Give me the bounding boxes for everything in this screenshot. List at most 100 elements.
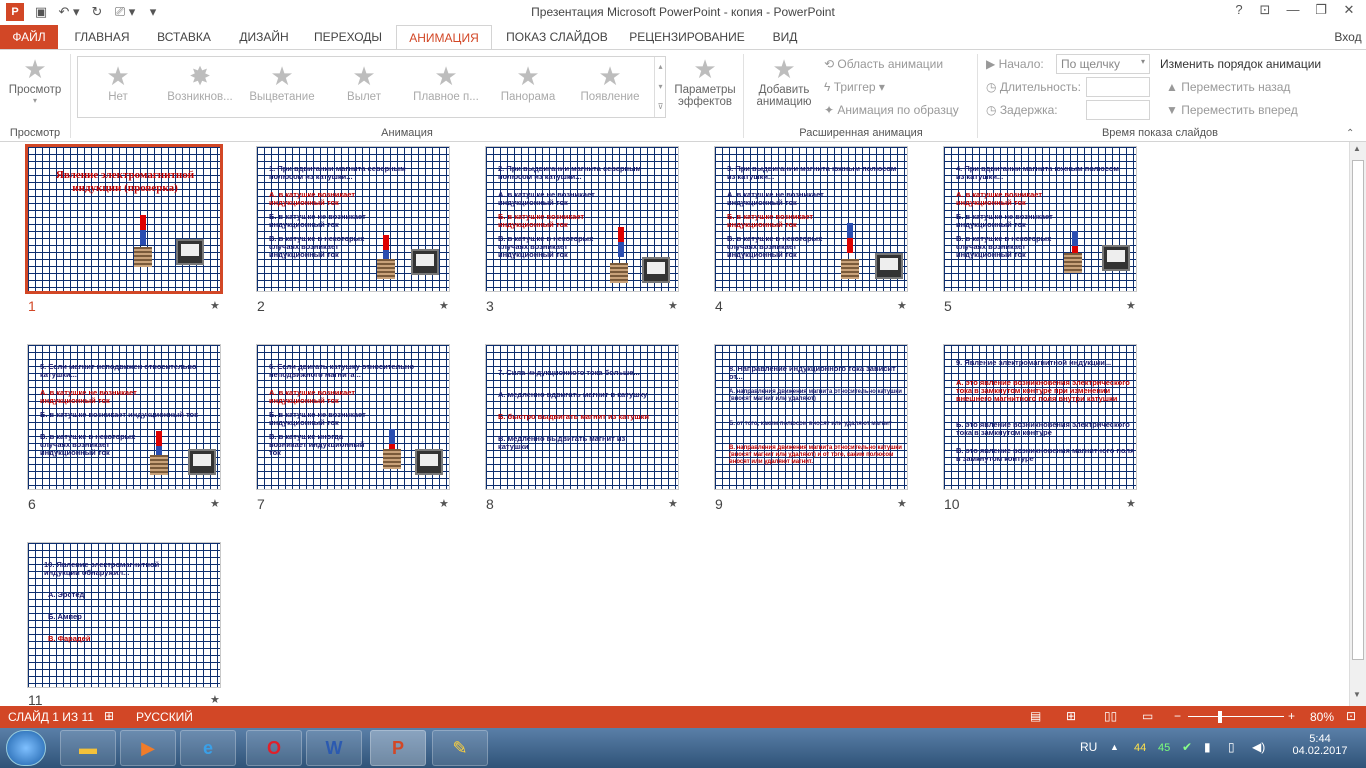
reorder-title: Изменить порядок анимации (1160, 57, 1322, 71)
slideshow-view-icon[interactable]: ▭ (1142, 709, 1153, 723)
slide-thumbnail-10[interactable]: 9. Явление электромагнитной индукции... … (943, 344, 1137, 490)
paint-icon[interactable]: ✎ (432, 730, 488, 766)
tab-design[interactable]: ДИЗАЙН (230, 25, 298, 49)
add-animation-button[interactable]: ★ Добавить анимацию (748, 54, 820, 108)
answer-c: В. в катушке иногда возникает индукционн… (269, 432, 365, 457)
slide-number: 9 (715, 496, 723, 512)
word-icon[interactable]: W (306, 730, 362, 766)
tab-view[interactable]: ВИД (762, 25, 808, 49)
animation-fly-in[interactable]: ★ Вылет (324, 61, 404, 103)
animation-none[interactable]: ★ Нет (78, 61, 158, 103)
scroll-up-icon[interactable]: ▲ (1353, 144, 1361, 153)
tab-file[interactable]: ФАЙЛ (0, 25, 58, 49)
slide-sorter-view-icon[interactable]: ⊞ (1066, 709, 1076, 723)
spellcheck-icon[interactable]: ⊞ (104, 709, 114, 723)
internet-explorer-icon[interactable]: e (180, 730, 236, 766)
question-text: 6. Если двигать катушку относительно неп… (269, 362, 415, 379)
preview-label: Просмотр (8, 84, 62, 96)
tab-slideshow[interactable]: ПОКАЗ СЛАЙДОВ (500, 25, 614, 49)
sign-in-link[interactable]: Вход (1330, 25, 1366, 49)
slide-thumbnail-11[interactable]: 10. Явление электромагнитной индукции об… (27, 542, 221, 688)
powerpoint-icon[interactable]: P (370, 730, 426, 766)
burst-star-icon: ✸ (189, 61, 211, 91)
scroll-down-icon[interactable]: ▼ (1353, 690, 1361, 699)
slide-thumbnail-7[interactable]: 6. Если двигать катушку относительно неп… (256, 344, 450, 490)
animation-painter-button[interactable]: ✦ Анимация по образцу (824, 103, 959, 117)
start-select[interactable]: По щелчку ▾ (1056, 54, 1150, 74)
battery-icon[interactable]: ▯ (1228, 740, 1235, 754)
trigger-button[interactable]: ϟ Триггер ▾ (824, 80, 885, 94)
group-label-animation: Анимация (381, 127, 433, 139)
language-indicator[interactable]: РУССКИЙ (136, 710, 193, 724)
show-hidden-icons[interactable]: ▲ (1110, 742, 1119, 752)
close-icon[interactable]: ✕ (1336, 2, 1362, 22)
galvanometer-image (1102, 245, 1130, 271)
slide-number: 10 (944, 496, 960, 512)
volume-icon[interactable]: ◀) (1252, 740, 1265, 754)
restore-icon[interactable]: ❐ (1308, 2, 1334, 22)
answer-c: В. в катушке в некоторых случаях возника… (727, 234, 823, 259)
animation-star-icon: ★ (897, 498, 907, 510)
ribbon-display-icon[interactable]: ⊡ (1252, 2, 1278, 22)
help-button[interactable]: ? (1226, 2, 1252, 22)
ribbon-tabs: ФАЙЛ ГЛАВНАЯ ВСТАВКА ДИЗАЙН ПЕРЕХОДЫ АНИ… (0, 25, 1366, 50)
duration-input[interactable] (1086, 77, 1150, 97)
explorer-icon[interactable]: ▬ (60, 730, 116, 766)
animation-fade[interactable]: ★ Выцветание (242, 61, 322, 103)
zoom-in-icon[interactable]: + (1288, 709, 1295, 723)
divider (977, 54, 978, 138)
slide-thumbnail-3[interactable]: 2. При выдвигании магнита северным полюс… (485, 146, 679, 292)
answer-b: Б. в катушке возникает индукционный ток (40, 410, 198, 419)
gallery-scroll[interactable]: ▴ ▾ ⊽ (654, 57, 666, 117)
slide-thumbnail-4[interactable]: 3. При выдвигании магнита южным полюсом … (714, 146, 908, 292)
star-icon: ★ (516, 61, 540, 91)
network-icon[interactable]: ▮ (1204, 740, 1211, 754)
tab-review[interactable]: РЕЦЕНЗИРОВАНИЕ (626, 25, 748, 49)
slide-thumbnail-9[interactable]: 8. Направление индукционного тока зависи… (714, 344, 908, 490)
move-later-button[interactable]: ▼ Переместить вперед (1166, 103, 1298, 117)
vertical-scrollbar[interactable]: ▲ ▼ (1349, 142, 1366, 706)
zoom-slider[interactable] (1188, 716, 1284, 717)
answer-c: В. в катушке в некоторых случаях возника… (40, 432, 136, 457)
minimize-icon[interactable]: — (1280, 2, 1306, 22)
normal-view-icon[interactable]: ▤ (1030, 709, 1041, 723)
animation-pane-button[interactable]: ⟲ Область анимации (824, 57, 943, 71)
group-label-preview: Просмотр (9, 127, 61, 139)
effect-options-line2: эффектов (678, 96, 732, 108)
clock[interactable]: 5:44 04.02.2017 (1290, 733, 1350, 757)
answer-a: А. Эрстед (48, 590, 85, 599)
reading-view-icon[interactable]: ▯▯ (1104, 709, 1117, 723)
slide-thumbnail-5[interactable]: 4. При вдвигании магнита южным полюсом и… (943, 146, 1137, 292)
painter-icon: ✦ (824, 103, 838, 117)
answer-b: Б. в катушке не возникает индукционный т… (956, 212, 1053, 229)
media-player-icon[interactable]: ▶ (120, 730, 176, 766)
slide-thumbnail-8[interactable]: 7. Сила индукционного тока больше... А. … (485, 344, 679, 490)
scroll-thumb[interactable] (1352, 160, 1364, 660)
preview-button[interactable]: ★ Просмотр ▾ (4, 54, 66, 105)
zoom-out-icon[interactable]: − (1174, 709, 1181, 723)
move-earlier-button[interactable]: ▲ Переместить назад (1166, 80, 1290, 94)
tab-insert[interactable]: ВСТАВКА (150, 25, 218, 49)
start-button[interactable] (6, 730, 46, 766)
animation-appear-burst[interactable]: ✸ Возникнов... (160, 61, 240, 103)
animation-float-in[interactable]: ★ Плавное п... (406, 61, 486, 103)
zoom-slider-thumb[interactable] (1218, 711, 1222, 723)
animation-pan[interactable]: ★ Панорама (488, 61, 568, 103)
slide-thumbnail-1[interactable]: Явление электромагнитной индукции (прове… (25, 144, 223, 294)
zoom-level[interactable]: 80% (1310, 710, 1334, 724)
tab-animation[interactable]: АНИМАЦИЯ (396, 25, 492, 50)
collapse-ribbon-icon[interactable]: ⌃ (1346, 128, 1354, 139)
opera-icon[interactable]: O (246, 730, 302, 766)
effect-options-button[interactable]: ★ Параметры эффектов (670, 54, 740, 108)
answer-a: А. направления движения магнита относите… (729, 389, 902, 402)
tab-home[interactable]: ГЛАВНАЯ (68, 25, 136, 49)
delay-input[interactable] (1086, 100, 1150, 120)
keyboard-language[interactable]: RU (1080, 740, 1097, 754)
fit-slide-icon[interactable]: ⊡ (1346, 709, 1356, 723)
slide-thumbnail-2[interactable]: 1. При вдвигании магнита северным полюсо… (256, 146, 450, 292)
slide-thumbnail-6[interactable]: 5. Если магнит неподвижен относительно к… (27, 344, 221, 490)
animation-appear[interactable]: ★ Появление (570, 61, 650, 103)
tab-transitions[interactable]: ПЕРЕХОДЫ (308, 25, 388, 49)
security-icon[interactable]: ✔ (1182, 740, 1192, 754)
delay-label-text: Задержка: (999, 103, 1058, 117)
